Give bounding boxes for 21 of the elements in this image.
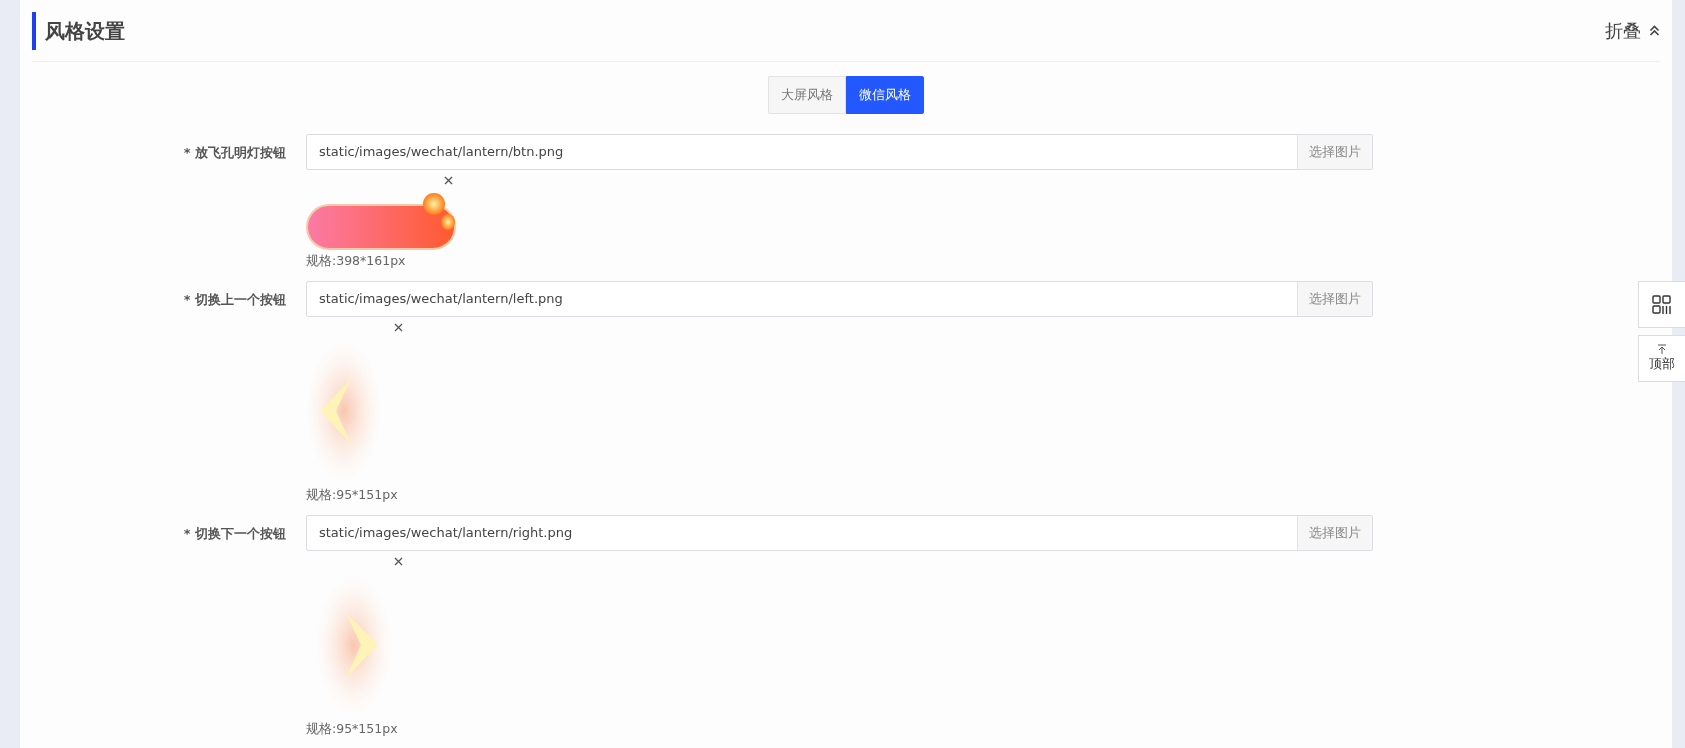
section-title: 风格设置 xyxy=(32,11,125,50)
image-path-field[interactable]: static/images/wechat/lantern/btn.png 选择图片 xyxy=(306,134,1373,170)
style-tab[interactable]: 微信风格 xyxy=(846,76,924,114)
style-tab[interactable]: 大屏风格 xyxy=(768,76,846,114)
field-label: * 切换上一个按钮 xyxy=(182,290,286,309)
arrow-up-icon xyxy=(1657,343,1667,354)
image-path-field[interactable]: static/images/wechat/lantern/left.png 选择图片 xyxy=(306,280,1373,317)
image-spec-text: 规格:95*151px xyxy=(306,719,399,738)
close-icon[interactable] xyxy=(394,556,403,566)
grid-icon xyxy=(1652,294,1672,315)
grid-menu-button[interactable] xyxy=(1638,281,1685,328)
field-label: * 放飞孔明灯按钮 xyxy=(182,144,286,162)
collapse-button[interactable]: 折叠 xyxy=(1605,17,1660,44)
image-spec-text: 规格:95*151px xyxy=(306,485,399,504)
close-icon[interactable] xyxy=(394,322,403,332)
back-to-top-button[interactable]: 顶部 xyxy=(1638,335,1685,382)
double-chevron-up-icon xyxy=(1649,25,1660,36)
image-path-field[interactable]: static/images/wechat/lantern/right.png 选择图片 xyxy=(306,514,1373,551)
field-label: * 切换下一个按钮 xyxy=(182,524,286,543)
close-icon[interactable] xyxy=(444,176,453,185)
image-spec-text: 规格:398*161px xyxy=(306,252,407,270)
